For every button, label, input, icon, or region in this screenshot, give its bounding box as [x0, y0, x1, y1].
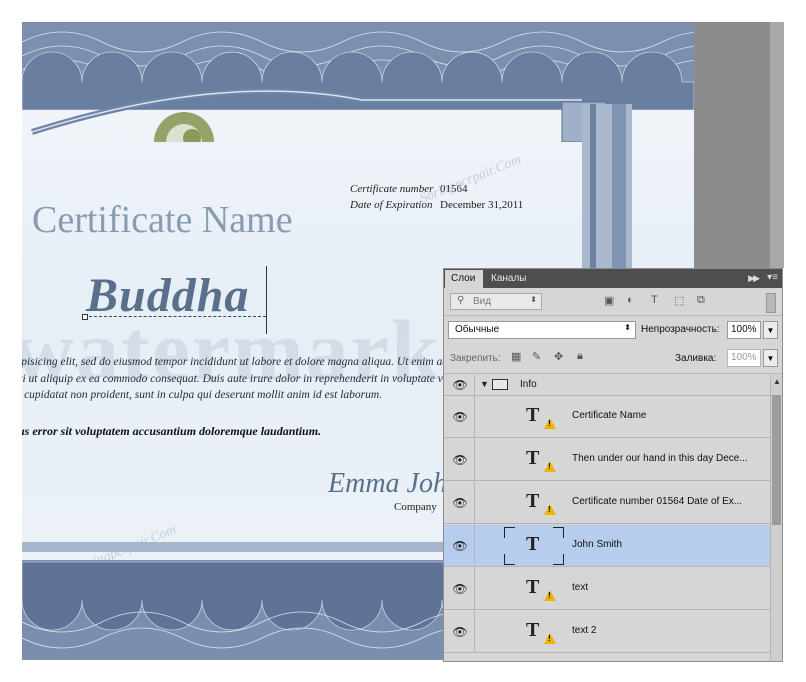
- lock-transparency-icon[interactable]: ▦: [511, 350, 521, 363]
- fill-input[interactable]: 100%: [727, 349, 761, 367]
- divider: [474, 525, 475, 566]
- signature-text: Emma John: [328, 468, 461, 499]
- eye-icon[interactable]: 👁︎: [452, 378, 468, 392]
- layers-list: 👁︎ ▼ Info 👁︎ T Certificate Name 👁︎ T The…: [444, 375, 770, 661]
- layers-scrollbar[interactable]: ▲: [770, 375, 782, 661]
- warning-icon: [544, 590, 556, 601]
- tab-channels[interactable]: Каналы: [485, 270, 535, 288]
- layers-panel: Слои Каналы ▶▶ ▾≡ ⚲ Вид ⬍ ▣ ◐ T ⬚ ⧉ Обыч…: [443, 268, 783, 662]
- recipient-name-text[interactable]: Buddha: [86, 268, 249, 323]
- layer-row[interactable]: 👁︎ T text 2: [444, 611, 770, 653]
- divider: [444, 373, 782, 374]
- warning-icon: [544, 504, 556, 515]
- divider: [474, 439, 475, 480]
- layer-name: text: [572, 582, 589, 593]
- eye-icon[interactable]: 👁︎: [452, 539, 468, 553]
- text-layer-icon: T: [526, 404, 540, 426]
- layer-filter-select[interactable]: ⚲ Вид ⬍: [450, 293, 542, 310]
- shape-filter-icon[interactable]: ⬚: [674, 294, 684, 307]
- filter-toggle-switch[interactable]: [766, 293, 776, 313]
- warning-icon: [544, 461, 556, 472]
- divider: [474, 611, 475, 652]
- text-layer-icon: T: [526, 619, 540, 641]
- warning-icon: [544, 633, 556, 644]
- fill-label: Заливка:: [675, 353, 717, 364]
- layer-row-selected[interactable]: 👁︎ T John Smith: [444, 525, 770, 567]
- panel-tab-bar: Слои Каналы ▶▶ ▾≡: [444, 269, 782, 288]
- body-text-line: t cupidatat non proident, sunt in culpa …: [22, 389, 383, 401]
- layer-name: John Smith: [572, 539, 623, 550]
- canvas-scrollbar[interactable]: [770, 22, 784, 268]
- text-layer-icon: T: [526, 490, 540, 512]
- layer-name: Certificate number 01564 Date of Ex...: [572, 496, 743, 507]
- smart-object-filter-icon[interactable]: ⧉: [697, 294, 705, 307]
- blend-mode-value: Обычные: [455, 324, 500, 335]
- chevron-down-icon[interactable]: ▼: [480, 379, 489, 389]
- text-anchor-handle[interactable]: [82, 314, 88, 320]
- lock-position-icon[interactable]: ✥: [554, 350, 563, 363]
- certificate-title: Certificate Name: [32, 199, 293, 241]
- type-filter-icon[interactable]: T: [651, 294, 658, 306]
- body-bold-text: us error sit voluptatem accusantium dolo…: [22, 424, 322, 438]
- layer-row[interactable]: 👁︎ T text: [444, 568, 770, 610]
- scrollbar-thumb[interactable]: [772, 395, 781, 525]
- chevron-updown-icon: ⬍: [530, 295, 537, 304]
- divider: [474, 568, 475, 609]
- warning-icon: [544, 418, 556, 429]
- folder-icon: [492, 379, 508, 390]
- layer-row[interactable]: 👁︎ T Then under our hand in this day Dec…: [444, 439, 770, 481]
- collapse-panel-icon[interactable]: ▶▶: [748, 273, 760, 284]
- layer-row[interactable]: 👁︎ T Certificate Name: [444, 396, 770, 438]
- lock-label: Закрепить:: [450, 353, 501, 364]
- opacity-dropdown-button[interactable]: ▼: [763, 321, 778, 339]
- eye-icon[interactable]: 👁︎: [452, 582, 468, 596]
- eye-icon[interactable]: 👁︎: [452, 625, 468, 639]
- lock-all-icon[interactable]: 🔒︎: [577, 350, 583, 363]
- text-cursor: [266, 266, 267, 334]
- divider: [474, 482, 475, 523]
- text-layer-icon: T: [526, 533, 540, 555]
- text-layer-icon: T: [526, 576, 540, 598]
- group-name: Info: [520, 379, 537, 390]
- scroll-up-icon[interactable]: ▲: [773, 377, 781, 386]
- layer-name: Certificate Name: [572, 410, 647, 421]
- text-layer-icon: T: [526, 447, 540, 469]
- text-baseline: [84, 316, 266, 317]
- layer-row[interactable]: 👁︎ T Certificate number 01564 Date of Ex…: [444, 482, 770, 524]
- tab-layers[interactable]: Слои: [445, 270, 483, 288]
- layer-name: Then under our hand in this day Dece...: [572, 453, 748, 464]
- blend-mode-select[interactable]: Обычные ⬍: [448, 321, 636, 339]
- lock-brush-icon[interactable]: ✎: [532, 350, 541, 363]
- body-text-line: ipisicing elit, sed do eiusmod tempor in…: [22, 356, 463, 368]
- opacity-label: Непрозрачность:: [641, 324, 720, 335]
- eye-icon[interactable]: 👁︎: [452, 453, 468, 467]
- pixel-filter-icon[interactable]: ▣: [604, 294, 614, 307]
- chevron-updown-icon: ⬍: [624, 323, 631, 332]
- expiration-value: December 31,2011: [440, 199, 524, 211]
- eye-icon[interactable]: 👁︎: [452, 410, 468, 424]
- layer-group-row[interactable]: 👁︎ ▼ Info: [444, 375, 770, 396]
- layer-name: text 2: [572, 625, 597, 636]
- adjustment-filter-icon[interactable]: ◐: [627, 294, 634, 306]
- expiration-label: Date of Expiration: [350, 199, 433, 211]
- divider: [444, 315, 782, 316]
- search-icon: ⚲: [457, 295, 465, 306]
- panel-menu-icon[interactable]: ▾≡: [767, 272, 778, 283]
- eye-icon[interactable]: 👁︎: [452, 496, 468, 510]
- body-text-line: ri ut aliquip ex ea commodo consequat. D…: [22, 373, 458, 385]
- opacity-input[interactable]: 100%: [727, 321, 761, 339]
- filter-kind-value: Вид: [473, 296, 492, 307]
- divider: [474, 375, 475, 395]
- company-text: Company: [394, 501, 437, 513]
- divider: [474, 396, 475, 437]
- fill-dropdown-button[interactable]: ▼: [763, 349, 778, 367]
